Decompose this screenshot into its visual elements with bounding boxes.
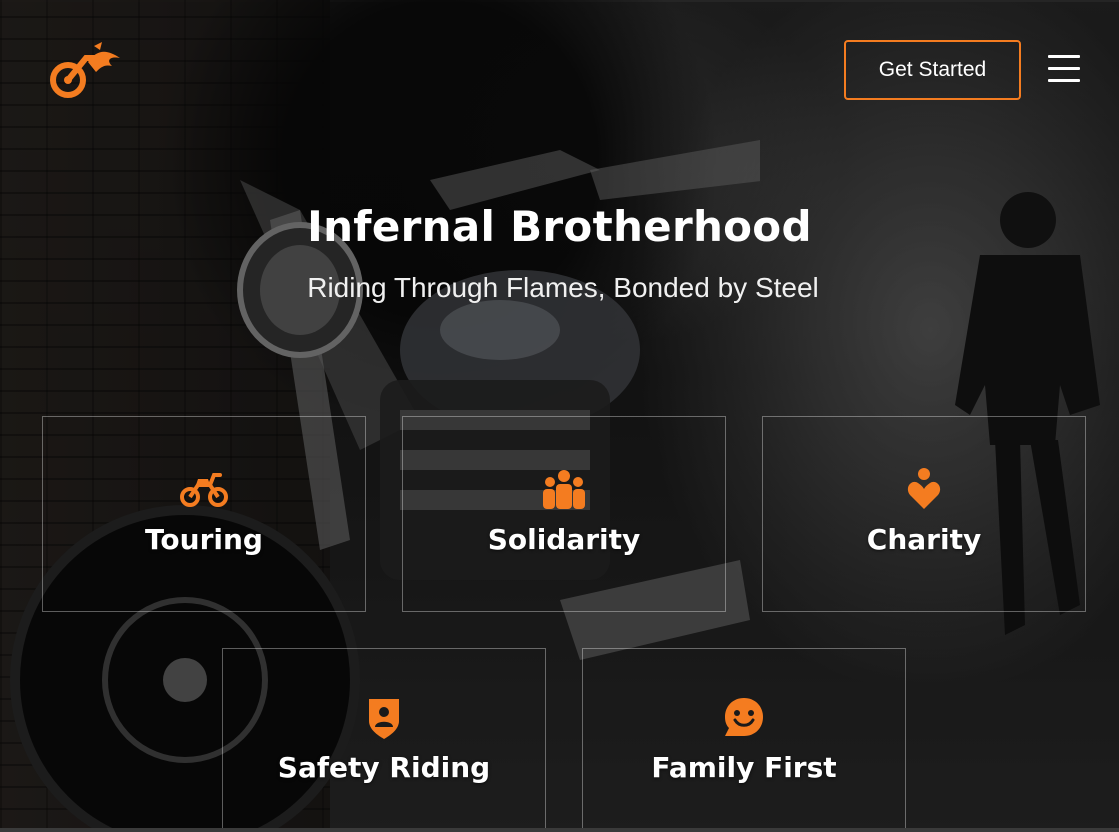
site-header: Get Started [0,0,1119,110]
feature-card-touring[interactable]: Touring [42,416,366,612]
feature-label: Family First [651,751,837,784]
bottom-edge [0,828,1119,832]
feature-card-charity[interactable]: Charity [762,416,1086,612]
smile-chat-icon [720,693,768,741]
motorcycle-flame-logo-icon[interactable] [50,40,122,100]
feature-label: Charity [866,523,982,556]
person-heart-icon [900,465,948,513]
feature-card-solidarity[interactable]: Solidarity [402,416,726,612]
feature-label: Solidarity [487,523,641,556]
hero-title: Infernal Brotherhood [307,202,812,251]
group-icon [540,465,588,513]
get-started-button[interactable]: Get Started [844,40,1021,100]
menu-bar [1048,55,1080,58]
feature-card-family-first[interactable]: Family First [582,648,906,832]
feature-label: Safety Riding [277,751,491,784]
hero-subtitle: Riding Through Flames, Bonded by Steel [307,272,819,303]
menu-bar [1048,79,1080,82]
feature-label: Touring [145,523,263,556]
hamburger-menu-icon[interactable] [1048,55,1080,85]
motorcycle-icon [180,465,228,513]
page: Get Started Infernal Brotherhood Riding … [0,0,1119,832]
menu-bar [1048,67,1080,70]
shield-person-icon [360,693,408,741]
feature-card-safety-riding[interactable]: Safety Riding [222,648,546,832]
